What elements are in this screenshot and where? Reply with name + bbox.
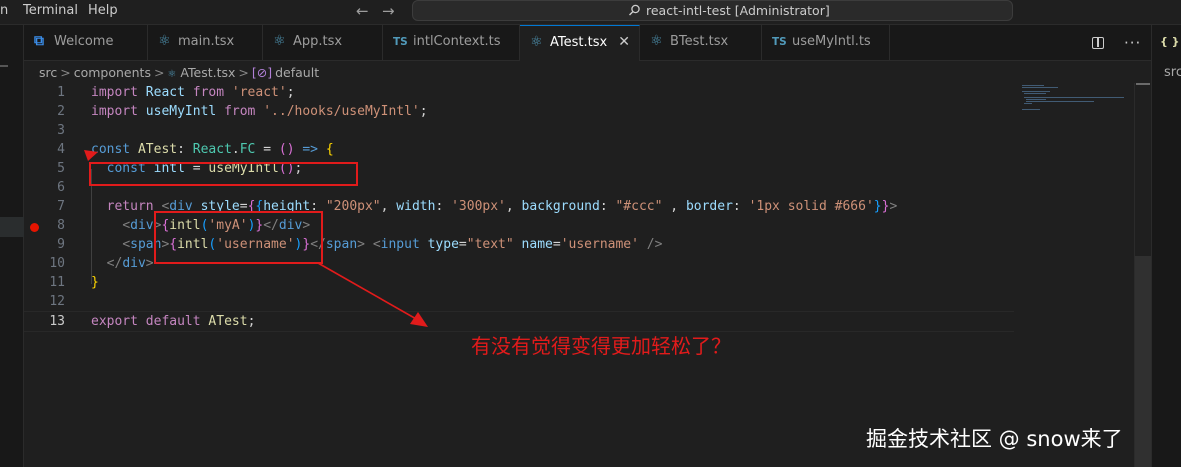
annotation-note: 有没有觉得变得更加轻松了？	[471, 334, 731, 358]
watermark: 掘金技术社区 @ snow来了	[866, 427, 1123, 451]
annotation-arrowhead-small	[84, 150, 98, 161]
annotation-arrow-line	[317, 262, 419, 321]
annotation-arrows	[84, 150, 428, 327]
annotation-arrowhead	[410, 312, 428, 327]
